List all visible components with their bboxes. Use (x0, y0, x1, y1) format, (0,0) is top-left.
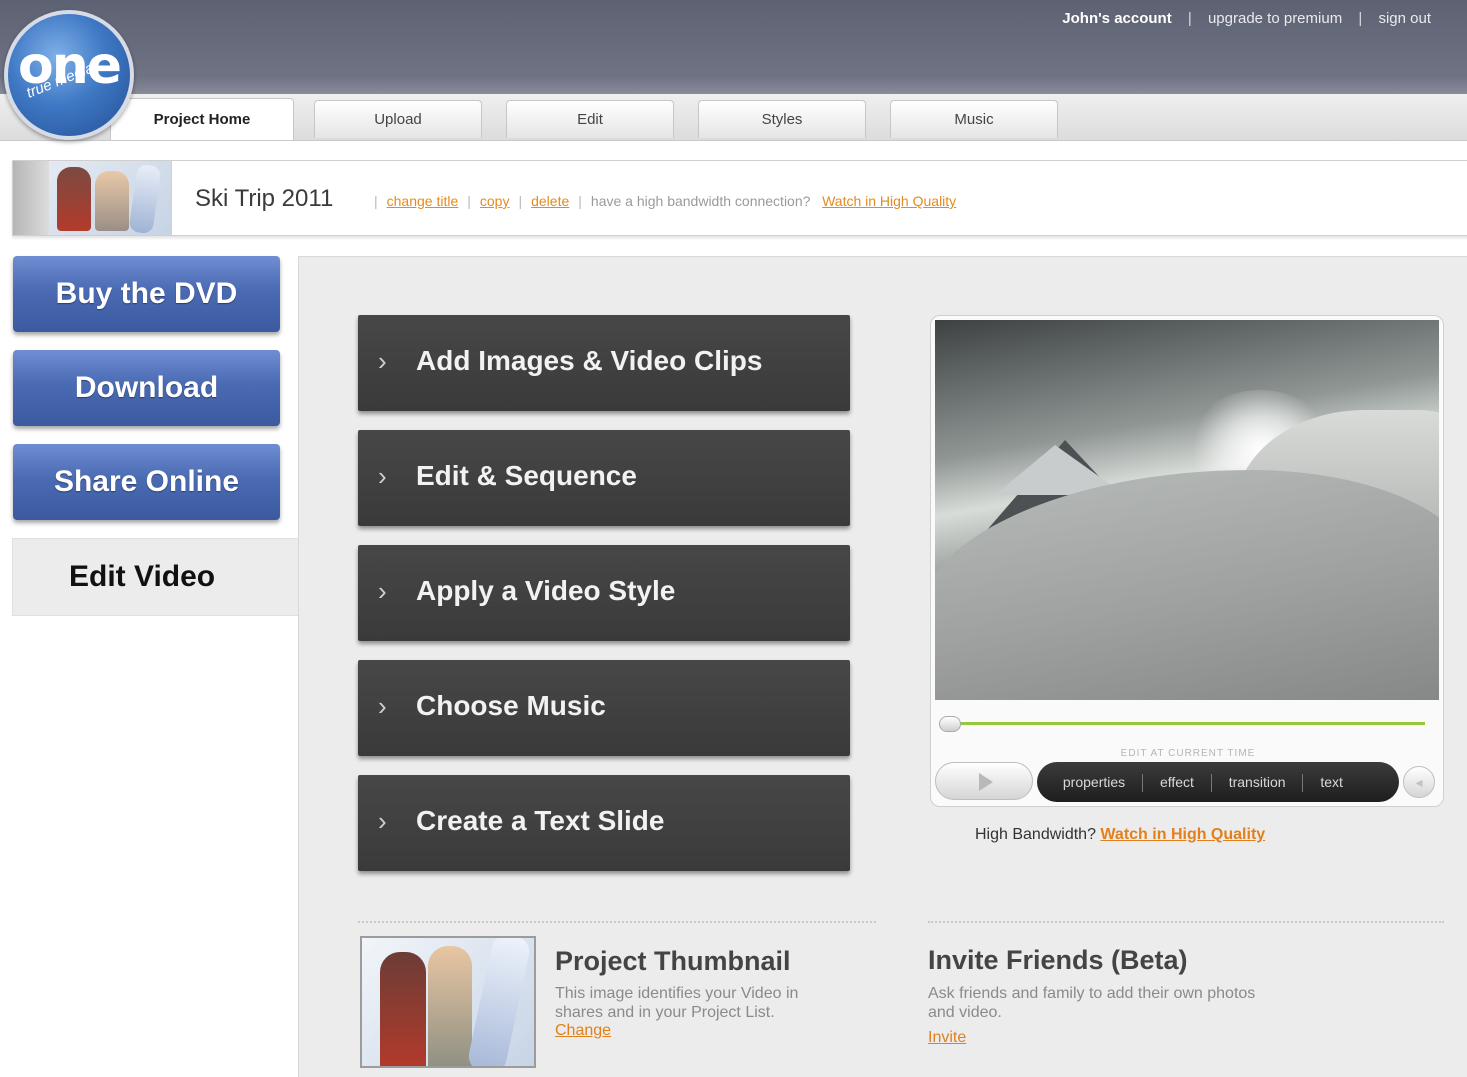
project-actions: | change title | copy | delete | have a high ba… (365, 193, 956, 209)
upgrade-link[interactable]: upgrade to premium (1208, 10, 1342, 27)
play-icon (979, 773, 993, 791)
video-player: EDIT AT CURRENT TIME properties effect t… (930, 315, 1444, 807)
timeline-scrubber[interactable] (939, 716, 1425, 732)
edit-video-tab[interactable]: Edit Video (12, 538, 300, 616)
project-thumbnail-image (360, 936, 536, 1068)
thumbnail-person (95, 171, 129, 231)
thumbnail-person (57, 167, 91, 231)
change-thumbnail-link[interactable]: Change (555, 1022, 611, 1040)
effect-button[interactable]: effect (1160, 762, 1194, 802)
divider (1142, 774, 1144, 793)
transition-button[interactable]: transition (1229, 762, 1286, 802)
chevron-right-icon: › (378, 691, 387, 721)
timeline-track (945, 722, 1425, 725)
invite-friends-title: Invite Friends (Beta) (928, 945, 1188, 975)
apply-video-style-button[interactable]: › Apply a Video Style (358, 545, 850, 641)
invite-friends-desc: and video. (928, 1004, 1002, 1021)
tab-styles[interactable]: Styles (698, 100, 866, 138)
invite-friends-desc: Ask friends and family to add their own … (928, 985, 1256, 1002)
separator: | (518, 193, 523, 209)
edit-controls-bar: properties effect transition text (1037, 762, 1399, 802)
delete-link[interactable]: delete (531, 193, 569, 209)
player-controls: properties effect transition text ◂ (931, 762, 1445, 802)
thumbnail-person (428, 946, 472, 1066)
step-label: Add Images & Video Clips (416, 345, 763, 376)
separator: | (1187, 10, 1192, 27)
invite-link[interactable]: Invite (928, 1029, 966, 1047)
buy-dvd-button[interactable]: Buy the DVD (13, 256, 280, 332)
separator: | (1358, 10, 1363, 27)
watch-hq-link[interactable]: Watch in High Quality (822, 193, 956, 209)
project-title-bar: Ski Trip 2011 | change title | copy | delete |… (12, 160, 1467, 236)
high-bandwidth-label: High Bandwidth? (975, 826, 1096, 843)
high-bandwidth-line: High Bandwidth? Watch in High Quality (975, 826, 1265, 844)
tab-edit[interactable]: Edit (506, 100, 674, 138)
chevron-right-icon: › (378, 461, 387, 491)
tab-project-home[interactable]: Project Home (110, 98, 294, 140)
watch-hq-player-link[interactable]: Watch in High Quality (1100, 826, 1265, 843)
thumbnail-handle (13, 161, 49, 235)
step-label: Edit & Sequence (416, 460, 637, 491)
tab-music[interactable]: Music (890, 100, 1058, 138)
step-label: Create a Text Slide (416, 805, 665, 836)
separator: | (578, 193, 582, 209)
edit-caption: EDIT AT CURRENT TIME (1120, 748, 1256, 759)
separator: | (467, 193, 471, 209)
timeline-handle[interactable] (939, 716, 961, 732)
sign-out-link[interactable]: sign out (1378, 10, 1431, 27)
download-button[interactable]: Download (13, 350, 280, 426)
play-button[interactable] (935, 762, 1033, 800)
divider (358, 921, 876, 923)
divider (1302, 774, 1304, 793)
account-link[interactable]: John's account (1062, 10, 1171, 27)
video-frame[interactable] (935, 320, 1439, 700)
project-thumbnail-small[interactable] (13, 161, 172, 235)
text-button[interactable]: text (1320, 762, 1343, 802)
thumbnail-snowboard (128, 163, 162, 235)
chevron-right-icon: › (378, 346, 387, 376)
thumbnail-person (380, 952, 426, 1066)
create-text-slide-button[interactable]: › Create a Text Slide (358, 775, 850, 871)
copy-link[interactable]: copy (480, 193, 510, 209)
top-header: John's account | upgrade to premium | si… (0, 0, 1467, 141)
chevron-right-icon: › (378, 806, 387, 836)
thumbnail-snowboard (465, 938, 533, 1066)
account-links: John's account | upgrade to premium | si… (1062, 10, 1431, 27)
separator: | (374, 193, 378, 209)
bandwidth-note: have a high bandwidth connection? (590, 193, 811, 209)
volume-icon[interactable]: ◂ (1403, 766, 1435, 798)
project-title: Ski Trip 2011 (195, 185, 334, 212)
add-images-clips-button[interactable]: › Add Images & Video Clips (358, 315, 850, 411)
step-label: Apply a Video Style (416, 575, 676, 606)
change-title-link[interactable]: change title (387, 193, 459, 209)
chevron-right-icon: › (378, 576, 387, 606)
choose-music-button[interactable]: › Choose Music (358, 660, 850, 756)
divider (928, 921, 1444, 923)
edit-sequence-button[interactable]: › Edit & Sequence (358, 430, 850, 526)
properties-button[interactable]: properties (1063, 762, 1125, 802)
share-online-button[interactable]: Share Online (13, 444, 280, 520)
step-label: Choose Music (416, 690, 606, 721)
project-thumbnail-title: Project Thumbnail (555, 946, 791, 976)
tab-upload[interactable]: Upload (314, 100, 482, 138)
divider (1210, 774, 1212, 793)
project-thumbnail-desc: This image identifies your Video in (555, 985, 799, 1002)
project-thumbnail-desc: shares and in your Project List. (555, 1004, 775, 1021)
onetruemedia-logo[interactable]: one true media (4, 10, 134, 140)
